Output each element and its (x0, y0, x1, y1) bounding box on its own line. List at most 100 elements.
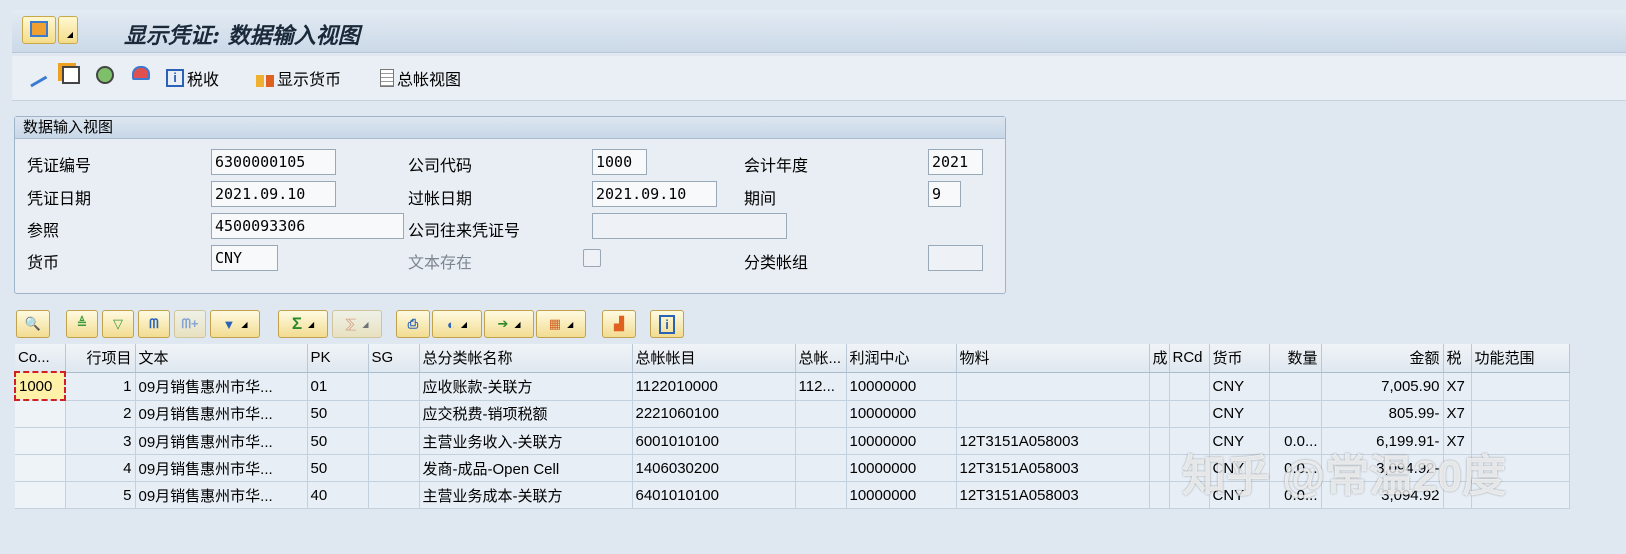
table-cell[interactable]: 0.0... (1269, 427, 1322, 455)
table-cell[interactable] (795, 481, 847, 509)
table-cell[interactable]: 6,199.91- (1321, 427, 1444, 455)
table-row[interactable]: 3 09月销售惠州市华... 50 主营业务收入-关联方 6001010100 10000… (15, 427, 1570, 455)
table-cell[interactable]: 12T3151A058003 (956, 481, 1150, 509)
column-header[interactable]: 总分类帐名称 (419, 344, 633, 373)
table-cell[interactable] (1149, 372, 1170, 401)
table-cell[interactable]: 09月销售惠州市华... (135, 372, 308, 401)
currency-field[interactable]: CNY (211, 245, 278, 271)
table-cell[interactable]: 0.0... (1269, 481, 1322, 509)
table-cell[interactable] (1149, 427, 1170, 455)
table-cell[interactable]: 10000000 (846, 427, 957, 455)
table-cell[interactable]: 5 (65, 481, 136, 509)
table-cell[interactable]: X7 (1443, 427, 1472, 455)
tax-button[interactable]: i 税收 (166, 66, 219, 90)
table-cell[interactable] (15, 454, 66, 482)
column-header[interactable]: 成 (1149, 344, 1170, 373)
table-cell[interactable] (1471, 400, 1570, 428)
table-cell[interactable] (368, 400, 420, 428)
table-row[interactable]: 5 09月销售惠州市华... 40 主营业务成本-关联方 6401010100 10000… (15, 481, 1570, 509)
table-cell[interactable] (1169, 400, 1210, 428)
table-cell[interactable]: 09月销售惠州市华... (135, 400, 308, 428)
table-cell[interactable] (15, 481, 66, 509)
table-cell[interactable] (1471, 481, 1570, 509)
display-change-button[interactable] (22, 62, 48, 88)
table-cell[interactable]: CNY (1209, 481, 1270, 509)
table-cell[interactable]: 09月销售惠州市华... (135, 454, 308, 482)
ledger-group-field[interactable] (928, 245, 983, 271)
table-cell[interactable]: 3 (65, 427, 136, 455)
table-cell[interactable] (15, 400, 66, 428)
doc-date-field[interactable]: 2021.09.10 (211, 181, 336, 207)
table-cell[interactable] (15, 427, 66, 455)
table-cell[interactable]: 112... (795, 372, 847, 401)
table-cell[interactable]: 50 (307, 454, 369, 482)
table-row[interactable]: 4 09月销售惠州市华... 50 发商-成品-Open Cell 1406030200… (15, 454, 1570, 482)
table-cell[interactable]: X7 (1443, 372, 1472, 401)
column-header[interactable]: 数量 (1269, 344, 1322, 373)
doc-no-field[interactable]: 6300000105 (211, 149, 336, 175)
table-row[interactable]: 2 09月销售惠州市华... 50 应交税费-销项税额 2221060100 100000… (15, 400, 1570, 428)
table-cell[interactable]: 10000000 (846, 481, 957, 509)
table-cell[interactable]: 09月销售惠州市华... (135, 481, 308, 509)
table-cell[interactable]: 应交税费-销项税额 (419, 400, 633, 428)
table-cell[interactable]: 1406030200 (632, 454, 796, 482)
table-cell[interactable]: 主营业务收入-关联方 (419, 427, 633, 455)
table-cell[interactable]: CNY (1209, 427, 1270, 455)
table-cell[interactable]: 1 (65, 372, 136, 401)
other-document-button[interactable] (62, 66, 80, 84)
find-next-button[interactable]: ᗰ+ (174, 310, 206, 338)
search-document-button[interactable] (96, 66, 114, 84)
reference-field[interactable]: 4500093306 (211, 213, 404, 239)
export-button[interactable]: ➔ ◢ (484, 310, 534, 338)
table-cell[interactable] (368, 372, 420, 401)
table-cell[interactable]: 0.0... (1269, 454, 1322, 482)
print-button[interactable]: ⎙ (396, 310, 430, 338)
table-cell[interactable]: 805.99- (1321, 400, 1444, 428)
table-cell[interactable]: 01 (307, 372, 369, 401)
table-cell[interactable]: X7 (1443, 400, 1472, 428)
table-cell[interactable] (956, 400, 1150, 428)
column-header[interactable]: 总帐帐目 (632, 344, 796, 373)
gl-view-button[interactable]: 总帐视图 (380, 66, 461, 90)
table-cell[interactable] (1471, 454, 1570, 482)
table-cell[interactable]: 2221060100 (632, 400, 796, 428)
column-header[interactable]: 文本 (135, 344, 308, 373)
info-button[interactable]: i (650, 310, 684, 338)
menu-button[interactable] (22, 16, 56, 44)
table-cell[interactable]: 2 (65, 400, 136, 428)
views-button[interactable]: ◐ ◢ (432, 310, 482, 338)
column-header[interactable]: 物料 (956, 344, 1150, 373)
table-cell[interactable]: 50 (307, 400, 369, 428)
table-row[interactable]: 1000 1 09月销售惠州市华... 01 应收账款-关联方 1122010000 112… (14, 371, 1570, 401)
column-header[interactable]: 利润中心 (846, 344, 957, 373)
column-header[interactable]: 行项目 (65, 344, 136, 373)
hat-button[interactable] (132, 66, 150, 80)
table-cell[interactable]: 12T3151A058003 (956, 427, 1150, 455)
table-cell[interactable]: 1000 (14, 371, 66, 401)
column-header[interactable]: SG (368, 344, 420, 373)
table-cell[interactable] (795, 454, 847, 482)
table-cell[interactable]: 应收账款-关联方 (419, 372, 633, 401)
subtotal-button[interactable]: ⅀ ◢ (332, 310, 382, 338)
table-cell[interactable] (1149, 454, 1170, 482)
intercompany-field[interactable] (592, 213, 787, 239)
column-header[interactable]: 功能范围 (1471, 344, 1570, 373)
table-cell[interactable] (1169, 454, 1210, 482)
table-cell[interactable]: 6401010100 (632, 481, 796, 509)
table-cell[interactable]: 10000000 (846, 400, 957, 428)
fiscal-year-field[interactable]: 2021 (928, 149, 983, 175)
table-cell[interactable]: 发商-成品-Open Cell (419, 454, 633, 482)
table-cell[interactable]: 3,094.92- (1321, 454, 1444, 482)
table-cell[interactable]: 10000000 (846, 372, 957, 401)
sort-ascending-button[interactable]: ≜ (66, 310, 98, 338)
column-header[interactable]: RCd (1169, 344, 1210, 373)
text-exists-checkbox[interactable] (583, 249, 601, 267)
column-header[interactable]: 总帐... (795, 344, 847, 373)
column-header[interactable]: 金额 (1321, 344, 1444, 373)
column-header[interactable]: PK (307, 344, 369, 373)
table-cell[interactable] (795, 427, 847, 455)
table-cell[interactable]: 50 (307, 427, 369, 455)
sort-descending-button[interactable]: ▽ (102, 310, 134, 338)
menu-dropdown-button[interactable]: ◢ (58, 16, 78, 44)
company-field[interactable]: 1000 (592, 149, 647, 175)
